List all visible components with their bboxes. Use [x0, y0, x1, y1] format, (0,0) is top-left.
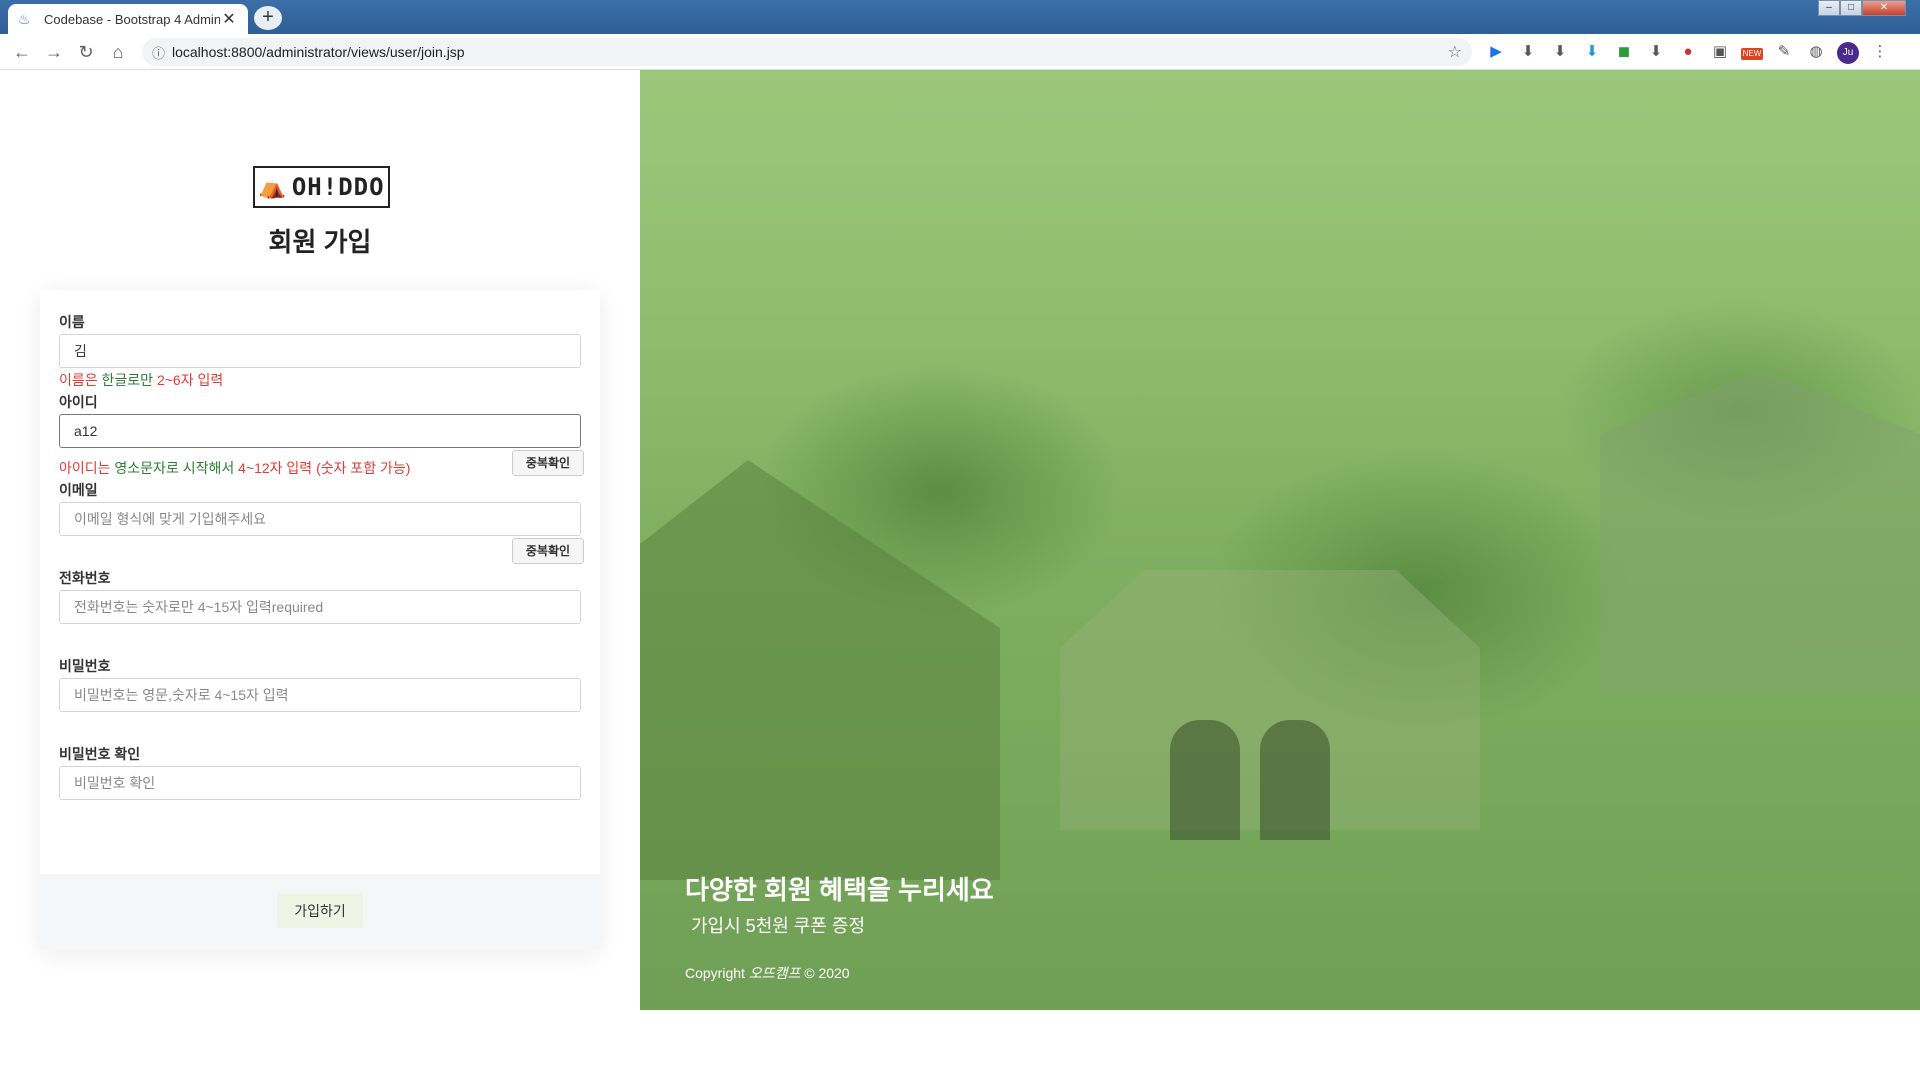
- phone-label: 전화번호: [59, 570, 111, 586]
- copyright-prefix: Copyright: [685, 965, 749, 981]
- download-icon[interactable]: ⬇: [1581, 42, 1603, 62]
- extensions-bar: ▶ ⬇ ⬇ ⬇ ◼ ⬇ ● ▣ NEW ✎ ◍ Ju ⋮: [1485, 42, 1891, 64]
- promo-subtitle: 가입시 5천원 쿠폰 증정: [691, 916, 866, 936]
- logo: ⛺ OH!DDO: [253, 166, 390, 208]
- profile-avatar[interactable]: Ju: [1837, 42, 1859, 64]
- id-input[interactable]: [59, 414, 581, 448]
- new-tab-button[interactable]: +: [254, 6, 282, 30]
- minimize-icon[interactable]: –: [1818, 0, 1840, 16]
- id-hint: 아이디는 영소문자로 시작해서 4~12자 입력 (숫자 포함 가능): [59, 458, 410, 478]
- color-extension-icon[interactable]: ●: [1677, 42, 1699, 62]
- favicon-icon: ♨: [18, 11, 31, 27]
- email-label: 이메일: [59, 482, 98, 498]
- tent-icon: ⛺: [258, 174, 286, 199]
- download-icon[interactable]: ⬇: [1517, 42, 1539, 62]
- tent-shape: [640, 460, 1000, 880]
- reader-extension-icon[interactable]: ▣: [1709, 42, 1731, 62]
- window-controls: – □ ✕: [1818, 0, 1906, 18]
- menu-icon[interactable]: ⋮: [1869, 42, 1891, 62]
- copyright-brand: 오뜨캠프: [748, 965, 801, 981]
- promo-hero-image: 다양한 회원 혜택을 누리세요 가입시 5천원 쿠폰 증정 Copyright …: [640, 70, 1920, 1010]
- tent-door: [1260, 720, 1330, 840]
- forward-icon[interactable]: →: [38, 36, 70, 68]
- globe-icon[interactable]: ◍: [1805, 42, 1827, 62]
- browser-titlebar: ♨ Codebase - Bootstrap 4 Admin ✕ + – □ ✕: [0, 0, 1920, 34]
- copyright: Copyright 오뜨캠프 © 2020: [685, 963, 850, 983]
- eyedropper-icon[interactable]: ✎: [1773, 42, 1795, 62]
- download-icon[interactable]: ⬇: [1645, 42, 1667, 62]
- signup-submit-button[interactable]: 가입하기: [277, 894, 363, 928]
- email-check-button[interactable]: 중복확인: [512, 538, 584, 564]
- tent-door: [1170, 720, 1240, 840]
- id-hint-text: 아이디는: [59, 460, 115, 476]
- name-hint-text: 2~6자 입력: [153, 372, 224, 388]
- tab-title: Codebase - Bootstrap 4 Admin: [44, 11, 220, 27]
- form-footer: 가입하기: [40, 874, 600, 950]
- browser-toolbar: ← → ↻ ⌂ ⓘ localhost:8800/administrator/v…: [0, 34, 1920, 70]
- password-confirm-input[interactable]: [59, 766, 581, 800]
- tent-shape: [1600, 370, 1920, 690]
- id-label: 아이디: [59, 394, 98, 410]
- close-tab-icon[interactable]: ✕: [220, 9, 238, 29]
- phone-input[interactable]: [59, 590, 581, 624]
- name-hint-highlight: 한글로만: [101, 372, 154, 388]
- extension-icon[interactable]: ◼: [1613, 42, 1635, 62]
- name-input[interactable]: [59, 334, 581, 368]
- signup-form: 이름 이름은 한글로만 2~6자 입력 아이디 아이디는 영소문자로 시작해서 …: [40, 290, 600, 950]
- logo-text: OH!DDO: [291, 173, 385, 201]
- media-extension-icon[interactable]: ▶: [1485, 42, 1507, 62]
- browser-tab[interactable]: ♨ Codebase - Bootstrap 4 Admin ✕: [8, 4, 248, 34]
- back-icon[interactable]: ←: [6, 36, 38, 68]
- page-title: 회원 가입: [268, 227, 372, 257]
- close-window-icon[interactable]: ✕: [1862, 0, 1906, 16]
- password-confirm-label: 비밀번호 확인: [59, 746, 141, 762]
- signup-panel: ⛺ OH!DDO 회원 가입 이름 이름은 한글로만 2~6자 입력 아이디 아…: [0, 70, 640, 1010]
- email-input[interactable]: [59, 502, 581, 536]
- id-hint-highlight: 영소문자로 시작해서: [114, 460, 235, 476]
- name-hint-text: 이름은: [59, 372, 102, 388]
- maximize-icon[interactable]: □: [1840, 0, 1862, 16]
- password-label: 비밀번호: [59, 658, 111, 674]
- home-icon[interactable]: ⌂: [102, 36, 134, 68]
- name-hint: 이름은 한글로만 2~6자 입력: [59, 370, 223, 390]
- new-badge[interactable]: NEW: [1741, 48, 1763, 60]
- url-text: localhost:8800/administrator/views/user/…: [172, 44, 465, 60]
- download-icon[interactable]: ⬇: [1549, 42, 1571, 62]
- name-label: 이름: [59, 314, 85, 330]
- promo-title: 다양한 회원 혜택을 누리세요: [685, 875, 994, 905]
- site-info-icon[interactable]: ⓘ: [152, 43, 172, 62]
- reload-icon[interactable]: ↻: [70, 36, 102, 68]
- bookmark-star-icon[interactable]: ☆: [1448, 42, 1462, 62]
- id-check-button[interactable]: 중복확인: [512, 450, 584, 476]
- address-bar[interactable]: ⓘ localhost:8800/administrator/views/use…: [142, 38, 1472, 66]
- copyright-suffix: © 2020: [800, 965, 850, 981]
- password-input[interactable]: [59, 678, 581, 712]
- id-hint-text: 4~12자 입력 (숫자 포함 가능): [234, 460, 411, 476]
- page: ⛺ OH!DDO 회원 가입 이름 이름은 한글로만 2~6자 입력 아이디 아…: [0, 70, 1920, 1080]
